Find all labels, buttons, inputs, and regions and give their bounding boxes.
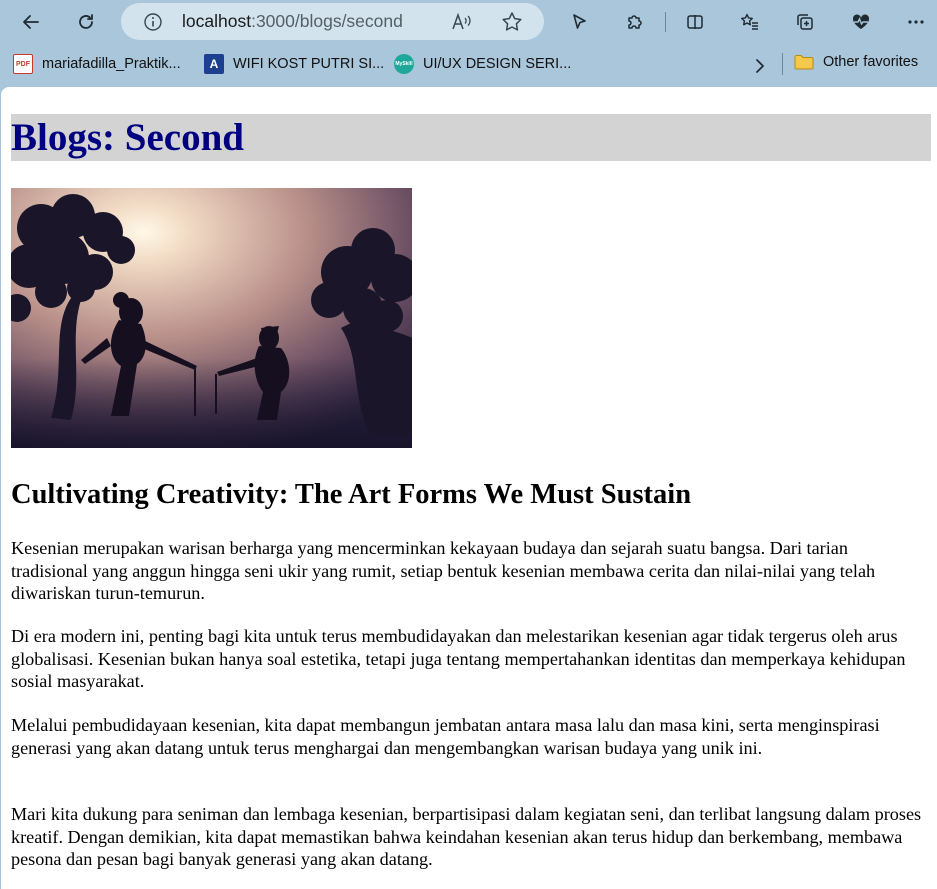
article-paragraph: Mari kita dukung para seniman dan lembag…	[11, 804, 922, 869]
health-icon[interactable]	[845, 6, 877, 38]
article-title: Cultivating Creativity: The Art Forms We…	[11, 479, 692, 510]
article-paragraph: Kesenian merupakan warisan berharga yang…	[11, 538, 876, 603]
other-favorites-button[interactable]: Other favorites	[794, 54, 918, 70]
cursor-icon[interactable]	[563, 6, 595, 38]
address-path: :3000/blogs/second	[251, 11, 403, 31]
favorite-label: UI/UX DESIGN SERI...	[423, 56, 572, 72]
address-bar[interactable]: localhost:3000/blogs/second	[121, 3, 544, 40]
address-url[interactable]: localhost:3000/blogs/second	[182, 11, 403, 32]
favorite-star-icon[interactable]	[501, 11, 523, 33]
shadow-puppet-image	[11, 188, 412, 448]
back-arrow-icon[interactable]	[15, 6, 47, 38]
folder-icon	[794, 55, 814, 70]
address-host: localhost	[182, 11, 252, 31]
extensions-icon[interactable]	[619, 6, 651, 38]
favorite-label: WIFI KOST PUTRI SI...	[233, 56, 385, 72]
split-screen-icon[interactable]	[679, 6, 711, 38]
collections-icon[interactable]	[789, 6, 821, 38]
favorites-bar: PDF mariafadilla_Praktik... A WIFI KOST …	[0, 44, 937, 86]
article-image	[11, 188, 412, 448]
read-aloud-icon[interactable]	[451, 12, 473, 32]
article-paragraph: Melalui pembudidayaan kesenian, kita dap…	[11, 715, 880, 758]
favorite-item[interactable]: PDF mariafadilla_Praktik...	[13, 54, 181, 74]
favorite-item[interactable]: MySkill UI/UX DESIGN SERI...	[394, 54, 571, 74]
pdf-icon: PDF	[13, 54, 33, 74]
blog-header: Blogs: Second	[11, 114, 931, 161]
toolbar-separator	[665, 12, 666, 32]
page-title: Blogs: Second	[11, 116, 244, 159]
favorites-separator	[782, 53, 783, 75]
favorite-item[interactable]: A WIFI KOST PUTRI SI...	[204, 54, 384, 74]
other-favorites-label: Other favorites	[823, 54, 919, 70]
favorites-list-icon[interactable]	[734, 6, 766, 38]
browser-toolbar: localhost:3000/blogs/second	[0, 0, 937, 44]
favorite-label: mariafadilla_Praktik...	[42, 56, 181, 72]
refresh-icon[interactable]	[70, 6, 102, 38]
myskill-icon: MySkill	[394, 54, 414, 74]
chevron-right-icon[interactable]	[750, 56, 770, 76]
page-viewport: Blogs: Second Cultivating Creativity: Th…	[1, 87, 937, 889]
a-logo-icon: A	[204, 54, 224, 74]
info-icon[interactable]	[143, 12, 163, 32]
article-paragraph: Di era modern ini, penting bagi kita unt…	[11, 626, 906, 691]
more-icon[interactable]	[900, 6, 932, 38]
